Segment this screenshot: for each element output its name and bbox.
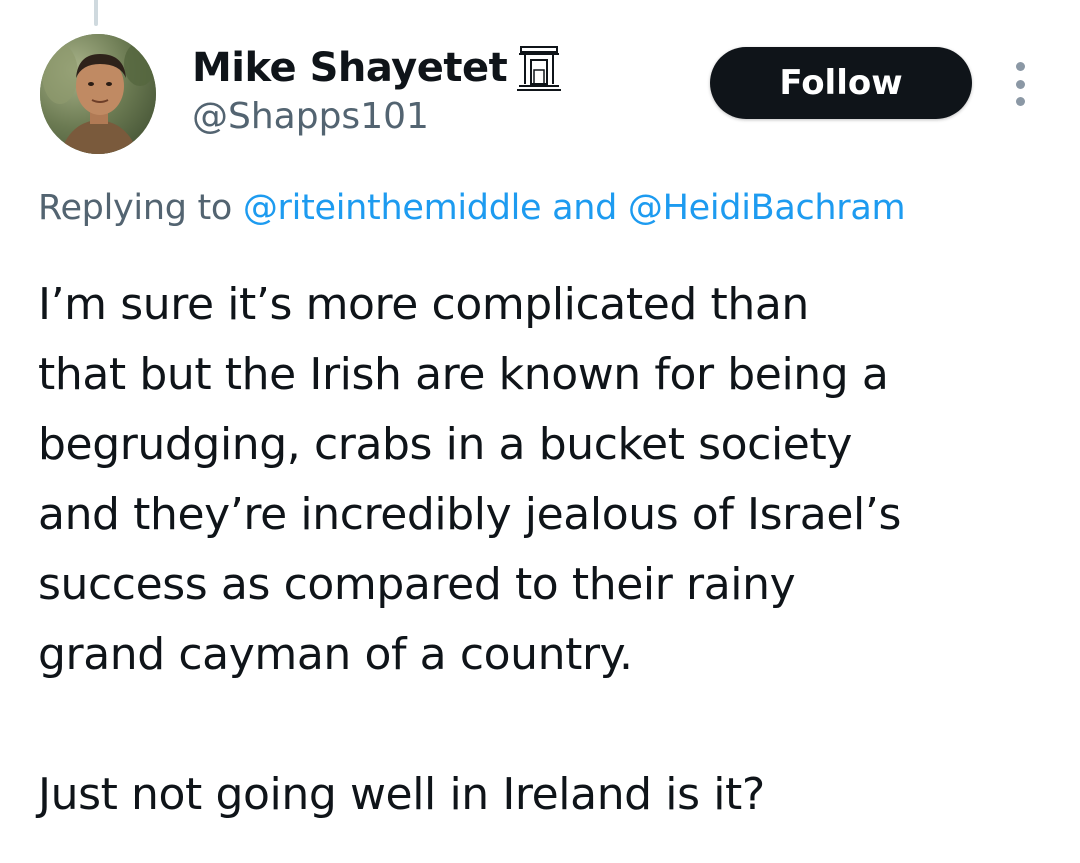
name-row: Mike Shayetet xyxy=(192,40,562,96)
more-vertical-icon[interactable] xyxy=(1006,62,1034,106)
user-handle[interactable]: @Shapps101 xyxy=(192,96,561,137)
profile-photo-icon xyxy=(40,34,156,154)
thread-connector-line xyxy=(94,0,98,26)
author-header: Mike Shayetet @Shapps101 xyxy=(192,40,562,137)
tweet-line: grand cayman of a country. xyxy=(38,629,633,680)
more-dot xyxy=(1015,62,1025,71)
pillar-gate-icon[interactable] xyxy=(517,44,562,92)
tweet-line: that but the Irish are known for being a xyxy=(38,349,889,400)
display-name[interactable]: Mike Shayetet xyxy=(192,45,508,91)
more-dot xyxy=(1015,97,1025,106)
tweet-text: I’m sure it’s more complicated than that… xyxy=(38,270,1038,830)
mention-joiner[interactable]: and xyxy=(541,188,628,228)
avatar[interactable] xyxy=(40,34,156,154)
more-dot xyxy=(1015,79,1025,89)
replying-to-line: Replying to @riteinthemiddle and @HeidiB… xyxy=(38,188,906,228)
mention-link[interactable]: @riteinthemiddle xyxy=(243,188,542,228)
paragraph-break xyxy=(38,690,1038,760)
tweet-line: I’m sure it’s more complicated than xyxy=(38,279,809,330)
mention-link[interactable]: @HeidiBachram xyxy=(628,188,906,228)
tweet-line: and they’re incredibly jealous of Israel… xyxy=(38,489,901,540)
tweet-line: success as compared to their rainy xyxy=(38,559,796,610)
follow-button[interactable]: Follow xyxy=(710,47,972,119)
replying-to-label: Replying to xyxy=(38,188,243,228)
tweet-closing-line: Just not going well in Ireland is it? xyxy=(38,769,765,820)
tweet-line: begrudging, crabs in a bucket society xyxy=(38,419,852,470)
